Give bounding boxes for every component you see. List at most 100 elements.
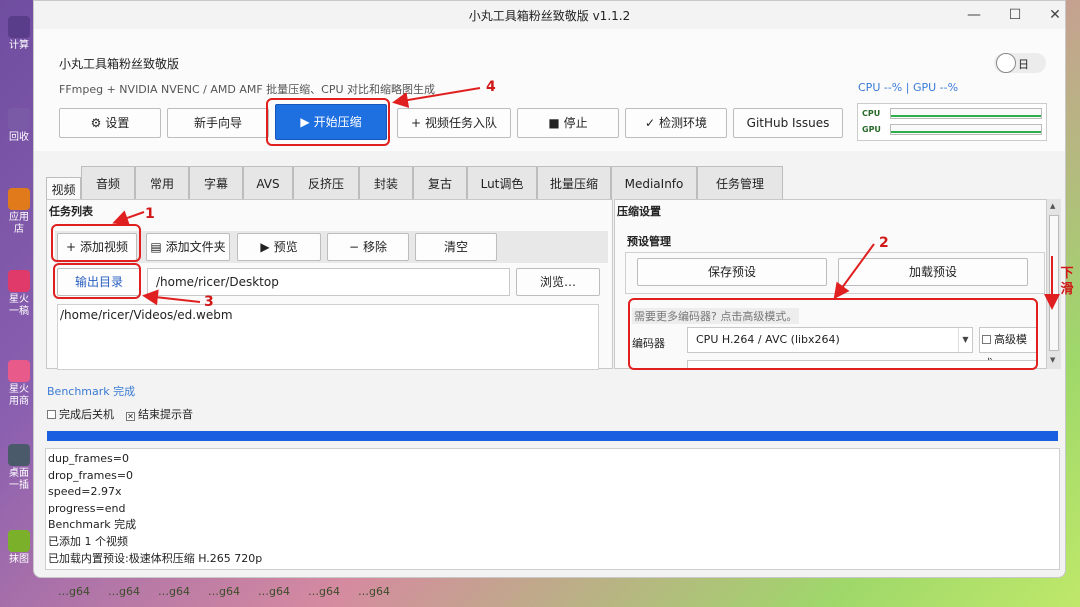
taskbar-item[interactable]: …g64 [158,585,190,598]
add-folder-button[interactable]: ▤ 添加文件夹 [146,233,230,261]
log-line: dup_frames=0 [48,452,130,465]
taskbar: …g64 …g64 …g64 …g64 …g64 …g64 …g64 [34,577,1080,607]
check-env-label: 检测环境 [659,116,708,130]
desktop-icon-label: 回收 [9,132,29,143]
taskbar-item[interactable]: …g64 [308,585,340,598]
scroll-up-icon[interactable]: ▲ [1050,202,1055,210]
annotation-box-start [266,98,390,146]
preset-box: 保存预设 加载预设 [625,252,1045,294]
checkbox-icon [47,410,56,419]
desktop-icon-label: 抹图 [9,554,29,565]
gear-icon: ⚙ [90,116,102,130]
preview-button[interactable]: ▶ 预览 [237,233,321,261]
enqueue-label: 视频任务入队 [425,116,498,130]
settings-button[interactable]: ⚙ 设置 [59,108,161,138]
close-button[interactable]: ✕ [1045,5,1065,25]
desktop-icon-matting[interactable]: 抹图 [6,530,32,566]
tab-lut[interactable]: Lut调色 [467,166,537,199]
tab-subtitle[interactable]: 字幕 [189,166,243,199]
status-text: Benchmark 完成 [47,385,136,398]
tab-common[interactable]: 常用 [135,166,189,199]
theme-toggle-label: 日 [1018,58,1029,71]
tab-task-manager[interactable]: 任务管理 [697,166,783,199]
desktop-icon-store[interactable]: 应用店 [6,188,32,236]
checkbox-checked-icon: ✕ [126,412,135,421]
desktop-icon-computer[interactable]: 计算 [6,16,32,52]
enqueue-button[interactable]: + 视频任务入队 [397,108,511,138]
beep-label: 结束提示音 [138,408,193,421]
taskbar-item[interactable]: …g64 [108,585,140,598]
desktop-icon-spark-draft[interactable]: 星火一稿 [6,270,32,318]
check-icon: ✓ [644,116,656,130]
taskbar-item[interactable]: …g64 [358,585,390,598]
tab-container[interactable]: 封装 [359,166,413,199]
browse-button[interactable]: 浏览… [516,268,600,296]
log-output[interactable]: dup_frames=0 drop_frames=0 speed=2.97x p… [45,448,1060,570]
scroll-thumb[interactable] [1049,215,1059,351]
tab-avs[interactable]: AVS [243,166,293,199]
taskbar-item[interactable]: …g64 [208,585,240,598]
output-dir-field[interactable]: /home/ricer/Desktop [147,268,510,296]
annotation-box-output-dir [53,263,141,299]
minus-icon: − [348,240,360,254]
progress-bar [47,431,1058,441]
desktop-edge [1066,0,1080,607]
github-issues-button[interactable]: GitHub Issues [733,108,843,138]
header-panel: 小丸工具箱粉丝致敬版 FFmpeg + NVIDIA NVENC / AMD A… [34,29,1065,151]
log-line: Benchmark 完成 [48,518,137,532]
desktop-icon-trash[interactable]: 回收 [6,108,32,144]
desktop-icon-label: 应用店 [9,212,29,235]
desktop-icons: 计算 回收 应用店 星火一稿 星火用商 桌面一插 抹图 [0,0,34,607]
title-bar[interactable]: 小丸工具箱粉丝致敬版 v1.1.2 — ☐ ✕ [34,1,1065,29]
app-window: 小丸工具箱粉丝致敬版 v1.1.2 — ☐ ✕ 小丸工具箱粉丝致敬版 FFmpe… [33,0,1066,578]
list-item[interactable]: /home/ricer/Videos/ed.webm [60,308,596,322]
maximize-button[interactable]: ☐ [1005,5,1025,25]
taskbar-item[interactable]: …g64 [258,585,290,598]
log-line: drop_frames=0 [48,468,134,482]
cpu-graph [890,108,1042,119]
tab-batch-compress[interactable]: 批量压缩 [537,166,611,199]
remove-button[interactable]: − 移除 [327,233,409,261]
play-icon: ▶ [260,240,270,254]
desktop-icon-plugin[interactable]: 桌面一插 [6,444,32,492]
stop-button[interactable]: ■ 停止 [517,108,619,138]
usage-monitor: CPU GPU [857,103,1047,141]
tab-retro[interactable]: 复古 [413,166,467,199]
tab-anti-squeeze[interactable]: 反挤压 [293,166,359,199]
annotation-box-add-video [51,224,141,262]
shutdown-label: 完成后关机 [59,408,114,421]
minimize-button[interactable]: — [964,5,984,25]
log-line: progress=end [48,501,126,515]
compress-settings-title: 压缩设置 [617,205,661,218]
stop-label: 停止 [563,116,588,130]
desktop-icon-label: 计算 [9,40,29,51]
remove-label: 移除 [363,240,388,254]
desktop-icon-label: 星火用商 [9,384,29,407]
app-subtitle: FFmpeg + NVIDIA NVENC / AMD AMF 批量压缩、CPU… [59,83,436,96]
annotation-number-4: 4 [486,79,496,95]
annotation-box-encoder [628,298,1038,370]
window-title: 小丸工具箱粉丝致敬版 v1.1.2 [468,9,631,23]
annotation-number-1: 1 [145,206,155,222]
tab-audio[interactable]: 音频 [81,166,135,199]
check-env-button[interactable]: ✓ 检测环境 [625,108,727,138]
task-file-list[interactable]: /home/ricer/Videos/ed.webm [57,304,599,370]
preview-label: 预览 [273,240,298,254]
cpu-monitor-label: CPU [862,109,881,118]
settings-label: 设置 [105,116,130,130]
task-list-title: 任务列表 [49,205,93,218]
clear-button[interactable]: 清空 [415,233,497,261]
load-preset-button[interactable]: 加载预设 [838,258,1028,286]
desktop-icon-spark-store[interactable]: 星火用商 [6,360,32,408]
save-preset-button[interactable]: 保存预设 [637,258,827,286]
theme-toggle[interactable]: 日 [994,53,1046,73]
log-line: speed=2.97x [48,485,122,499]
shutdown-checkbox[interactable]: 完成后关机 [47,406,114,422]
usage-readout: CPU --% | GPU --% [858,81,959,94]
scroll-down-icon[interactable]: ▼ [1050,356,1055,364]
tab-mediainfo[interactable]: MediaInfo [611,166,697,199]
gpu-graph [890,124,1042,135]
wizard-button[interactable]: 新手向导 [167,108,269,138]
taskbar-item[interactable]: …g64 [58,585,90,598]
beep-checkbox[interactable]: ✕ 结束提示音 [126,406,193,422]
